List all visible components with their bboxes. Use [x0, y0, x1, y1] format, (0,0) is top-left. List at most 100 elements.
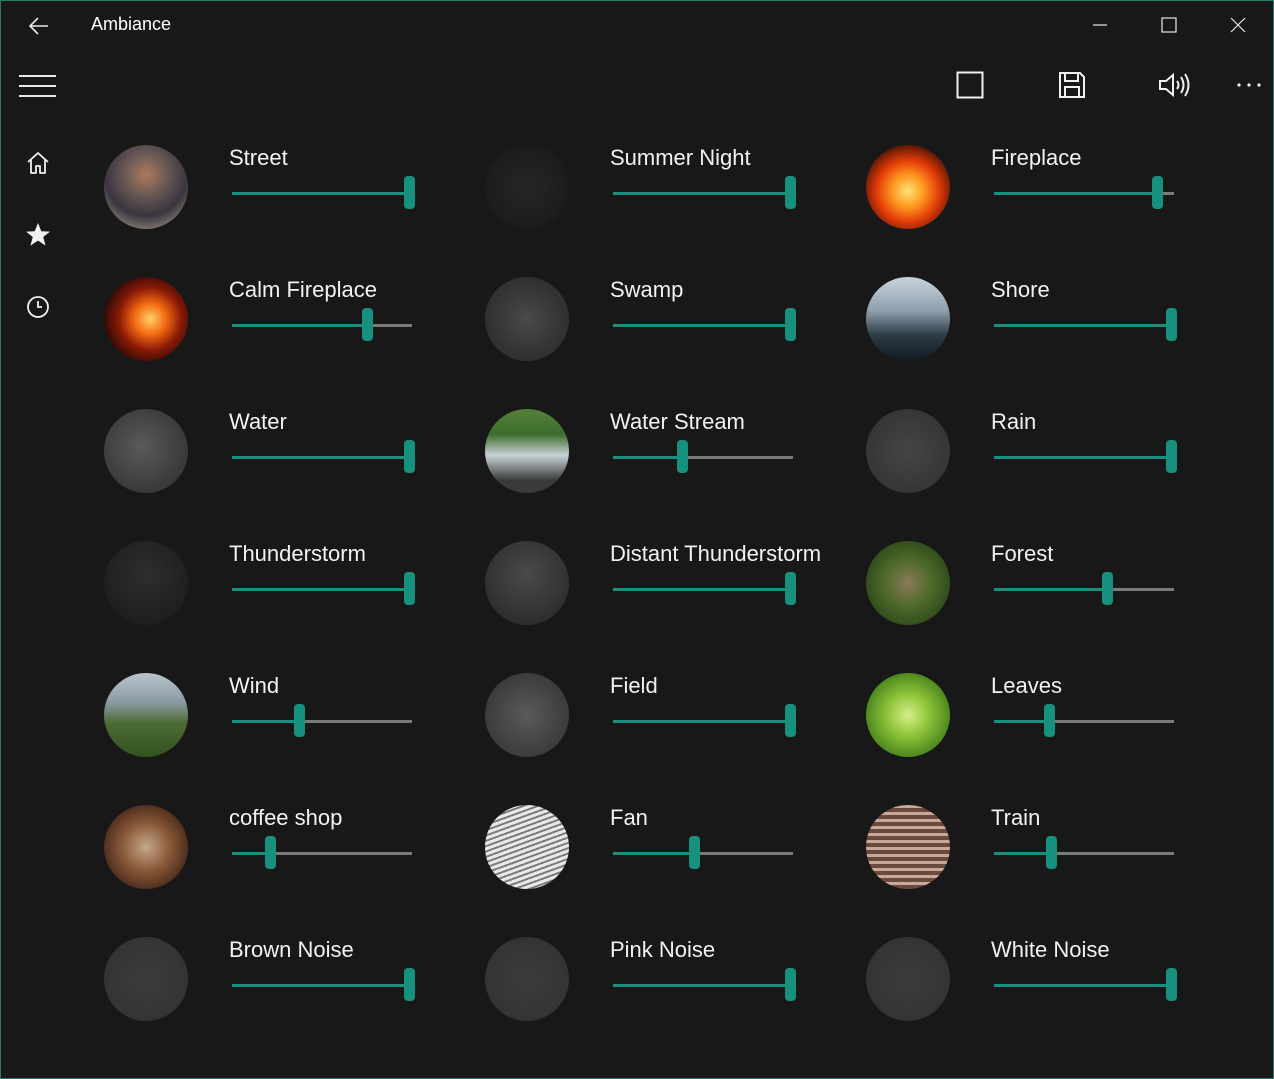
sound-card: Field — [485, 673, 845, 773]
sound-name: coffee shop — [229, 805, 343, 830]
volume-slider[interactable] — [232, 703, 412, 739]
volume-slider[interactable] — [613, 307, 796, 343]
slider-fill — [232, 456, 409, 459]
volume-slider[interactable] — [613, 967, 796, 1003]
sound-artwork[interactable] — [104, 805, 188, 889]
volume-slider[interactable] — [232, 835, 412, 871]
slider-thumb[interactable] — [1166, 440, 1177, 473]
sound-name: Summer Night — [610, 145, 751, 170]
sound-artwork[interactable] — [485, 145, 569, 229]
sound-artwork[interactable] — [485, 937, 569, 1021]
sound-name: Calm Fireplace — [229, 277, 377, 302]
slider-thumb[interactable] — [265, 836, 276, 869]
sound-artwork[interactable] — [866, 277, 950, 361]
sound-artwork[interactable] — [104, 673, 188, 757]
sound-card: coffee shop — [104, 805, 464, 905]
maximize-button[interactable] — [1146, 7, 1192, 43]
close-button[interactable] — [1215, 7, 1261, 43]
stop-all-button[interactable] — [948, 67, 992, 103]
slider-thumb[interactable] — [689, 836, 700, 869]
slider-thumb[interactable] — [1166, 968, 1177, 1001]
sound-artwork[interactable] — [866, 805, 950, 889]
slider-thumb[interactable] — [1152, 176, 1163, 209]
nav-history[interactable] — [18, 287, 58, 327]
volume-slider[interactable] — [994, 835, 1174, 871]
volume-slider[interactable] — [232, 439, 415, 475]
sound-artwork[interactable] — [104, 409, 188, 493]
sound-artwork[interactable] — [104, 541, 188, 625]
hamburger-icon-bar — [19, 95, 56, 97]
slider-thumb[interactable] — [785, 572, 796, 605]
sound-artwork[interactable] — [866, 145, 950, 229]
slider-thumb[interactable] — [404, 176, 415, 209]
volume-slider[interactable] — [994, 307, 1177, 343]
slider-thumb[interactable] — [404, 968, 415, 1001]
close-icon — [1230, 17, 1246, 33]
volume-slider[interactable] — [613, 571, 796, 607]
volume-slider[interactable] — [613, 835, 793, 871]
slider-fill — [613, 984, 790, 987]
slider-thumb[interactable] — [362, 308, 373, 341]
history-clock-icon — [27, 296, 49, 318]
minimize-button[interactable] — [1077, 7, 1123, 43]
volume-slider[interactable] — [232, 307, 412, 343]
sound-artwork[interactable] — [485, 409, 569, 493]
sound-artwork[interactable] — [485, 277, 569, 361]
nav-favorites[interactable] — [18, 215, 58, 255]
slider-thumb[interactable] — [1044, 704, 1055, 737]
volume-slider[interactable] — [232, 175, 415, 211]
app-title: Ambiance — [91, 14, 172, 34]
sound-artwork[interactable] — [104, 937, 188, 1021]
slider-fill — [994, 456, 1171, 459]
slider-fill — [232, 720, 299, 723]
sound-artwork[interactable] — [104, 277, 188, 361]
slider-fill — [232, 192, 409, 195]
volume-slider[interactable] — [994, 967, 1177, 1003]
sound-card: Summer Night — [485, 145, 845, 245]
slider-fill — [994, 852, 1051, 855]
volume-slider[interactable] — [232, 571, 415, 607]
slider-thumb[interactable] — [294, 704, 305, 737]
more-options-button[interactable] — [1227, 67, 1271, 103]
volume-slider[interactable] — [994, 571, 1174, 607]
sound-artwork[interactable] — [485, 541, 569, 625]
slider-fill — [613, 324, 790, 327]
volume-slider[interactable] — [613, 439, 793, 475]
slider-fill — [994, 984, 1171, 987]
volume-button[interactable] — [1152, 67, 1196, 103]
sound-name: White Noise — [991, 937, 1110, 962]
nav-home[interactable] — [18, 143, 58, 183]
sound-artwork[interactable] — [485, 805, 569, 889]
slider-fill — [232, 324, 367, 327]
volume-slider[interactable] — [232, 967, 415, 1003]
slider-thumb[interactable] — [785, 968, 796, 1001]
sound-artwork[interactable] — [866, 937, 950, 1021]
slider-thumb[interactable] — [404, 572, 415, 605]
slider-thumb[interactable] — [785, 704, 796, 737]
sound-artwork[interactable] — [866, 673, 950, 757]
volume-slider[interactable] — [994, 175, 1174, 211]
slider-thumb[interactable] — [404, 440, 415, 473]
sound-artwork[interactable] — [866, 541, 950, 625]
sound-name: Brown Noise — [229, 937, 354, 962]
back-button[interactable] — [19, 11, 59, 41]
save-mix-button[interactable] — [1050, 67, 1094, 103]
volume-slider[interactable] — [994, 703, 1174, 739]
sound-name: Field — [610, 673, 658, 698]
slider-thumb[interactable] — [1102, 572, 1113, 605]
volume-slider[interactable] — [613, 703, 796, 739]
volume-slider[interactable] — [613, 175, 796, 211]
slider-fill — [613, 192, 790, 195]
slider-thumb[interactable] — [785, 308, 796, 341]
slider-thumb[interactable] — [785, 176, 796, 209]
hamburger-menu-button[interactable] — [19, 73, 57, 99]
slider-fill — [994, 324, 1171, 327]
sound-artwork[interactable] — [866, 409, 950, 493]
slider-fill — [232, 588, 409, 591]
sound-artwork[interactable] — [104, 145, 188, 229]
slider-thumb[interactable] — [1046, 836, 1057, 869]
slider-thumb[interactable] — [677, 440, 688, 473]
volume-slider[interactable] — [994, 439, 1177, 475]
slider-thumb[interactable] — [1166, 308, 1177, 341]
sound-artwork[interactable] — [485, 673, 569, 757]
